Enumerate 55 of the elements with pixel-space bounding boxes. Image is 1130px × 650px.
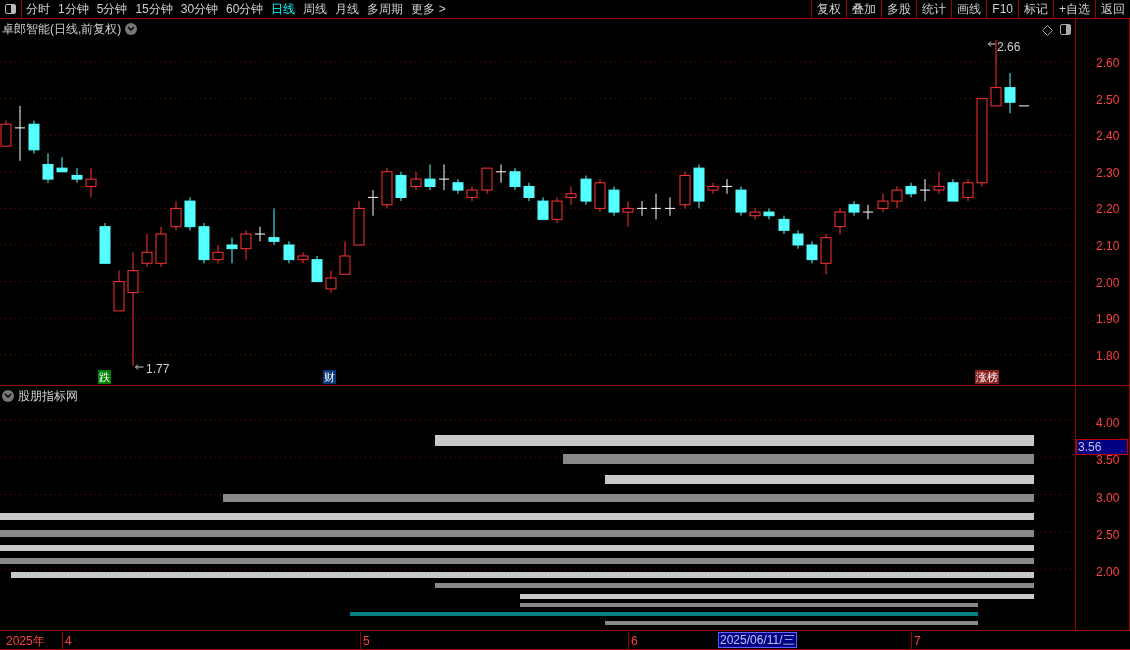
toolbar-button[interactable]: 标记 — [1018, 0, 1053, 19]
toolbar-button[interactable]: 返回 — [1095, 0, 1130, 19]
month-label: 7 — [911, 632, 921, 650]
stock-title: 卓郎智能(日线,前复权) — [2, 21, 122, 38]
period-tab[interactable]: 5分钟 — [92, 0, 132, 18]
toolbar-button[interactable]: 复权 — [811, 0, 847, 19]
indicator-axis-label: 3.50 — [1096, 452, 1120, 470]
month-label: 6 — [628, 632, 638, 650]
dropdown-icon[interactable] — [125, 23, 138, 35]
price-axis-label: 2.60 — [1096, 55, 1120, 72]
indicator-title: 股朋指标网 — [18, 388, 78, 405]
high-price-label: 2.66 — [997, 39, 1021, 56]
period-tab[interactable]: 日线 — [267, 0, 300, 18]
price-axis-label: 2.50 — [1096, 91, 1120, 109]
cursor-date-label: 2025/06/11/三 — [718, 632, 797, 648]
dropdown-icon[interactable] — [2, 390, 14, 402]
period-tab[interactable]: 月线 — [331, 0, 364, 18]
price-axis-label: 1.90 — [1096, 311, 1120, 329]
price-axis-label: 2.00 — [1096, 274, 1120, 292]
toolbar-button[interactable]: 叠加 — [846, 0, 882, 19]
month-label: 5 — [360, 632, 370, 650]
period-tab[interactable]: 分时 — [22, 0, 54, 18]
price-axis-label: 2.20 — [1096, 201, 1120, 219]
event-marker[interactable]: 涨榜 — [975, 370, 999, 384]
period-tab[interactable]: 30分钟 — [176, 0, 223, 18]
period-tab[interactable]: 15分钟 — [131, 0, 177, 18]
month-label: 4 — [62, 632, 72, 650]
period-tab[interactable]: 更多 > — [407, 0, 450, 18]
indicator-axis-label: 4.00 — [1096, 415, 1120, 432]
arrow-icon — [988, 41, 996, 47]
toolbar-button[interactable]: F10 — [986, 0, 1018, 19]
toolbar-button[interactable]: 画线 — [951, 0, 987, 19]
event-marker[interactable]: 财 — [323, 370, 336, 384]
current-value-label: 3.56 — [1076, 438, 1128, 455]
price-axis-label: 1.80 — [1096, 347, 1120, 365]
low-price-label: 1.77 — [146, 361, 170, 378]
indicator-axis-label: 2.50 — [1096, 526, 1120, 544]
panel-toggle-icon[interactable] — [5, 4, 16, 14]
price-axis-label: 2.30 — [1096, 164, 1120, 182]
price-axis-label: 2.40 — [1096, 128, 1120, 146]
period-tab[interactable]: 1分钟 — [54, 0, 93, 18]
panel-toggle-icon[interactable] — [1060, 24, 1071, 35]
period-tab[interactable]: 多周期 — [363, 0, 408, 18]
period-tab[interactable]: 60分钟 — [222, 0, 268, 18]
toolbar-button[interactable]: 多股 — [881, 0, 917, 19]
indicator-axis-label: 2.00 — [1096, 564, 1120, 582]
arrow-icon — [135, 364, 144, 370]
indicator-axis-label: 3.00 — [1096, 489, 1120, 507]
diamond-icon[interactable] — [1042, 25, 1053, 36]
price-axis-label: 2.10 — [1096, 238, 1120, 255]
year-label: 2025年 — [6, 633, 45, 650]
period-tab[interactable]: 周线 — [299, 0, 332, 18]
event-marker[interactable]: 跌 — [98, 370, 111, 384]
toolbar-button[interactable]: 统计 — [916, 0, 952, 19]
toolbar-button[interactable]: +自选 — [1053, 0, 1095, 19]
